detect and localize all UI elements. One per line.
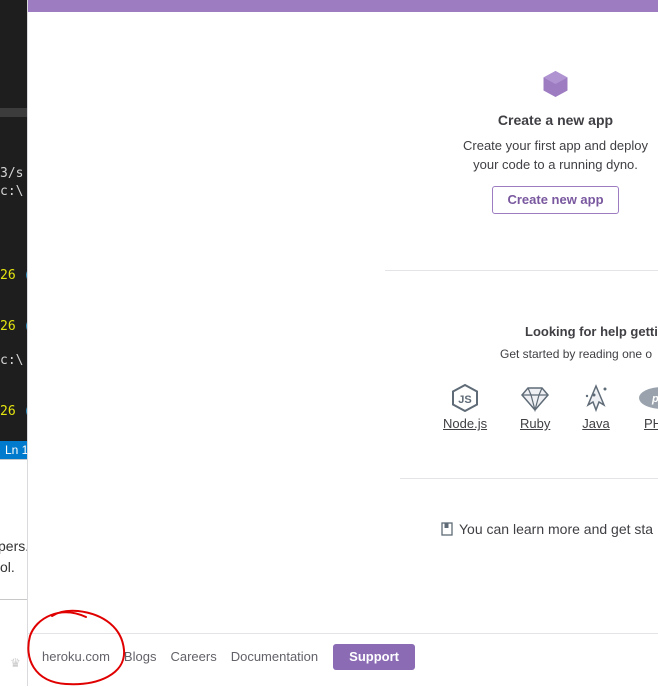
doc-ghost-icon: ♛	[10, 656, 21, 670]
footer-divider	[28, 633, 658, 634]
learn-more-label: You can learn more and get sta	[459, 521, 654, 537]
code-line: 26 (I	[0, 319, 27, 334]
section-divider	[385, 270, 658, 271]
php-icon: php	[639, 387, 658, 409]
doc-text: pers.	[0, 538, 27, 554]
language-label[interactable]: Node.js	[443, 416, 487, 431]
editor-scrollbar[interactable]	[0, 108, 27, 117]
code-line: c:\	[0, 184, 24, 199]
footer-link-blogs[interactable]: Blogs	[124, 644, 157, 670]
footer-link-careers[interactable]: Careers	[170, 644, 216, 670]
footer: heroku.com Blogs Careers Documentation S…	[42, 644, 415, 670]
create-app-description: Create your first app and deploy your co…	[428, 136, 658, 174]
footer-link-heroku[interactable]: heroku.com	[42, 644, 110, 670]
create-app-title: Create a new app	[497, 112, 614, 128]
create-new-app-button[interactable]: Create new app	[492, 186, 619, 214]
nodejs-icon: JS	[452, 383, 479, 413]
code-line: 3/s	[0, 166, 24, 181]
section-divider	[400, 478, 658, 479]
language-label[interactable]: Ruby	[520, 416, 550, 431]
background-code-editor: 3/s c:\ 26 (I 26 (I c:\ 26 (I Ln 1	[0, 0, 27, 459]
language-nodejs[interactable]: JS Node.js	[443, 383, 487, 431]
background-document: pers. ol. ♛	[0, 459, 27, 687]
doc-divider	[0, 599, 27, 600]
editor-status-bar: Ln 1	[0, 441, 27, 459]
heroku-dashboard-panel: Create a new app Create your first app a…	[27, 0, 658, 686]
support-button[interactable]: Support	[333, 644, 415, 670]
language-label[interactable]: PH	[638, 416, 658, 431]
ruby-icon	[521, 387, 550, 413]
language-java[interactable]: Java	[581, 383, 611, 431]
language-ruby[interactable]: Ruby	[520, 383, 550, 431]
create-app-section: Create a new app Create your first app a…	[428, 70, 658, 214]
description-line: your code to a running dyno.	[473, 157, 638, 172]
code-line: 26 (I	[0, 404, 27, 419]
status-line-indicator[interactable]: Ln 1	[5, 443, 27, 457]
language-label[interactable]: Java	[581, 416, 611, 431]
code-line: 26 (I	[0, 268, 27, 283]
help-title: Looking for help getti	[525, 324, 658, 339]
language-php[interactable]: php PH	[638, 383, 658, 431]
code-line: c:\	[0, 353, 24, 368]
doc-text: ol.	[0, 559, 15, 575]
hexagon-icon	[543, 71, 568, 97]
footer-link-documentation[interactable]: Documentation	[231, 644, 318, 670]
header-band	[28, 0, 658, 12]
description-line: Create your first app and deploy	[463, 138, 648, 153]
learn-more-text: You can learn more and get sta	[441, 521, 653, 537]
book-icon	[441, 522, 453, 536]
help-subtitle: Get started by reading one o	[500, 347, 653, 361]
svg-text:JS: JS	[458, 394, 471, 406]
java-icon	[585, 384, 607, 413]
svg-text:php: php	[651, 393, 658, 405]
